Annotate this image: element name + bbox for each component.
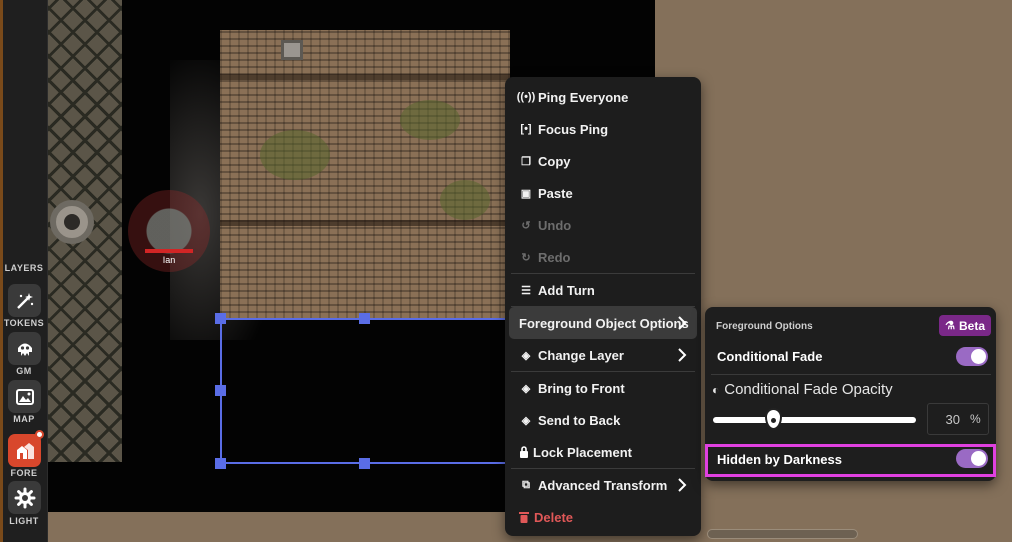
layer-active-badge (35, 430, 44, 439)
moss-patch (440, 180, 490, 220)
paste-label: Paste (538, 185, 573, 201)
gm-layer-button[interactable] (8, 332, 41, 365)
copy-item[interactable]: ❐ Copy (509, 145, 697, 177)
map-image-icon (15, 388, 34, 405)
chevron-right-icon (678, 478, 687, 492)
opacity-slider-thumb[interactable] (765, 408, 782, 430)
layers-icon: ◈ (521, 349, 531, 362)
moss-patch (400, 100, 460, 140)
opacity-number-field: % (927, 403, 989, 435)
selection-handle[interactable] (359, 458, 370, 469)
opacity-row: ◐ Conditional Fade Opacity (712, 381, 893, 398)
ping-everyone-item[interactable]: ((•)) Ping Everyone (509, 81, 697, 113)
undo-label: Undo (538, 217, 572, 233)
magic-wand-icon (16, 292, 33, 309)
send-back-icon: ◈ (521, 414, 531, 427)
conditional-fade-label: Conditional Fade (717, 349, 823, 364)
token-name-label: Ian (162, 255, 176, 265)
panel-title: Foreground Options (716, 321, 813, 332)
foreground-options-label: Foreground Object Options (519, 315, 689, 331)
undo-icon: ↺ (521, 219, 531, 232)
panel-divider (711, 374, 991, 375)
map-caption: MAP (13, 414, 35, 424)
focus-ping-item[interactable]: [•] Focus Ping (509, 113, 697, 145)
roof-ridge (220, 74, 510, 80)
bring-to-front-item[interactable]: ◈ Bring to Front (509, 372, 697, 404)
gm-caption: GM (16, 366, 32, 376)
roof-foreground-object[interactable] (220, 30, 510, 320)
conditional-fade-toggle[interactable] (956, 347, 988, 366)
selection-handle[interactable] (359, 313, 370, 324)
broadcast-icon: ((•)) (516, 91, 536, 103)
add-turn-label: Add Turn (538, 282, 595, 298)
tokens-layer-button[interactable] (8, 284, 41, 317)
opacity-label: Conditional Fade Opacity (724, 381, 893, 398)
redo-label: Redo (538, 249, 571, 265)
foreground-buildings-icon (16, 442, 34, 459)
opacity-icon: ◐ (712, 382, 720, 397)
beta-label: Beta (958, 318, 985, 333)
add-turn-item[interactable]: ☰ Add Turn (509, 274, 697, 306)
moss-patch (260, 130, 330, 180)
token-ian[interactable]: Ian (128, 190, 210, 272)
foreground-options-panel: Foreground Options ⚗ Beta Conditional Fa… (705, 307, 996, 481)
redo-item[interactable]: ↻ Redo (509, 241, 697, 273)
selection-handle[interactable] (215, 385, 226, 396)
roof-ridge (220, 220, 510, 226)
trash-icon (519, 512, 529, 523)
beta-badge: ⚗ Beta (939, 315, 991, 336)
undo-item[interactable]: ↺ Undo (509, 209, 697, 241)
selection-box (220, 318, 520, 464)
advanced-transform-label: Advanced Transform (538, 477, 668, 493)
flask-icon: ⚗ (945, 320, 955, 332)
fore-layer-button[interactable] (8, 430, 44, 467)
redo-icon: ↻ (521, 251, 531, 264)
tokens-caption: TOKENS (3, 318, 45, 328)
selection-handle[interactable] (215, 458, 226, 469)
focus-ping-label: Focus Ping (538, 121, 609, 137)
delete-label: Delete (534, 509, 574, 525)
chimney-object (281, 40, 303, 60)
well-map-object (50, 200, 94, 244)
opacity-slider-track[interactable] (713, 417, 916, 423)
delete-item[interactable]: Delete (509, 501, 697, 533)
percent-unit: % (970, 412, 981, 426)
copy-icon: ❐ (521, 155, 531, 168)
send-to-back-item[interactable]: ◈ Send to Back (509, 404, 697, 436)
light-layer-button[interactable] (8, 481, 41, 514)
paste-clipboard-icon: ▣ (520, 187, 532, 200)
paste-item[interactable]: ▣ Paste (509, 177, 697, 209)
gm-monster-icon (17, 343, 32, 356)
layers-caption: LAYERS (4, 263, 44, 273)
fore-caption: FORE (10, 468, 38, 478)
change-layer-label: Change Layer (538, 347, 624, 363)
lock-placement-item[interactable]: Lock Placement (509, 436, 697, 468)
horizontal-scrollbar[interactable] (707, 529, 858, 539)
focus-target-icon: [•] (520, 123, 532, 135)
bring-to-front-label: Bring to Front (538, 380, 625, 396)
change-layer-item[interactable]: ◈ Change Layer (509, 339, 697, 371)
context-menu: ((•)) Ping Everyone [•] Focus Ping ❐ Cop… (505, 77, 701, 536)
advanced-transform-item[interactable]: ⧉ Advanced Transform (509, 469, 697, 501)
copy-label: Copy (538, 153, 571, 169)
foreground-object-options-item[interactable]: Foreground Object Options (509, 307, 697, 339)
light-gear-icon (14, 487, 35, 508)
lock-placement-label: Lock Placement (533, 444, 632, 460)
lock-icon (520, 446, 528, 458)
light-caption: LIGHT (9, 516, 39, 526)
map-layer-button[interactable] (8, 380, 41, 413)
send-to-back-label: Send to Back (538, 412, 621, 428)
chevron-right-icon (678, 316, 687, 330)
ping-everyone-label: Ping Everyone (538, 89, 629, 105)
token-health-bar (145, 249, 193, 253)
layer-toolbar: LAYERS TOKENS GM MAP FORE LIGHT (0, 0, 48, 542)
hidden-by-darkness-highlight (705, 444, 996, 477)
chevron-right-icon (678, 348, 687, 362)
transform-icon: ⧉ (522, 478, 530, 491)
turn-list-icon: ☰ (521, 284, 531, 297)
bring-front-icon: ◈ (521, 382, 531, 395)
opacity-input[interactable] (928, 411, 964, 427)
selection-handle[interactable] (215, 313, 226, 324)
